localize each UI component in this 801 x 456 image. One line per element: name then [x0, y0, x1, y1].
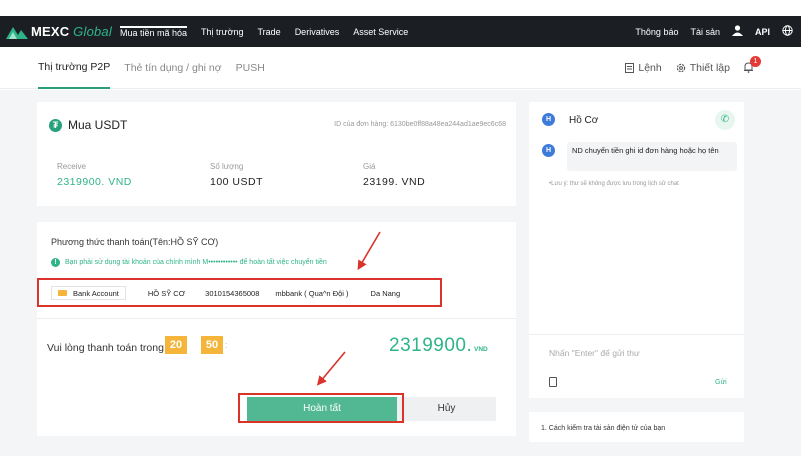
subnav-right: Lệnh Thiết lập: [611, 62, 753, 74]
order-title: Mua USDT: [68, 118, 128, 132]
order-summary-card: ₮ Mua USDT ID của đơn hàng: 6130be0ff88a…: [37, 102, 516, 206]
top-navbar: MEXC Global Mua tiền mã hóa Thị trường T…: [0, 16, 801, 47]
price-label: Giá: [363, 162, 376, 171]
cancel-button[interactable]: Hủy: [397, 397, 496, 421]
pay-prompt: Vui lòng thanh toán trong: [47, 342, 164, 354]
settings-link[interactable]: Thiết lập: [676, 62, 730, 74]
nav-markets[interactable]: Thị trường: [201, 27, 243, 37]
order-id: ID của đơn hàng: 6130be0ff88a48ea244ad1a…: [334, 121, 506, 128]
quantity-value: 100 USDT: [210, 176, 264, 188]
user-icon[interactable]: [731, 25, 743, 38]
chat-contact-name: Hồ Cơ: [569, 115, 599, 126]
globe-icon[interactable]: [782, 25, 793, 38]
mexc-logo-icon: [6, 26, 28, 39]
tab-card[interactable]: Thẻ tín dụng / ghi nợ: [124, 47, 221, 89]
brand-logo[interactable]: MEXC Global: [6, 24, 120, 39]
nav-trade[interactable]: Trade: [258, 27, 281, 37]
top-margin: [0, 0, 801, 16]
brand-name: MEXC: [31, 24, 70, 39]
nav-asset-service[interactable]: Asset Service: [353, 27, 408, 37]
payment-method-title: Phương thức thanh toán(Tên:HỒ SỸ CƠ): [51, 237, 219, 247]
receive-value: 2319900. VND: [57, 176, 132, 188]
info-icon: !: [51, 258, 60, 267]
send-button[interactable]: Gửi: [715, 379, 727, 386]
nav-derivatives[interactable]: Derivatives: [295, 27, 340, 37]
nav-assets[interactable]: Tài sản: [690, 27, 720, 37]
usdt-icon: ₮: [49, 119, 62, 132]
chat-avatar: H: [542, 113, 555, 126]
chat-message: ND chuyển tiền ghi id đơn hàng hoặc họ t…: [567, 142, 737, 171]
timer-seconds: 50: [201, 336, 223, 354]
divider: [37, 318, 516, 319]
pay-currency: VND: [474, 346, 488, 353]
nav-right: Thông báo Tài sản API: [623, 25, 801, 38]
quantity-label: Số lượng: [210, 162, 244, 171]
price-value: 23199. VND: [363, 176, 426, 188]
tab-p2p-market[interactable]: Thị trường P2P: [38, 47, 111, 89]
message-avatar: H: [542, 144, 555, 157]
chat-panel: H Hồ Cơ ✆ H ND chuyển tiền ghi id đơn hà…: [529, 102, 744, 398]
notification-badge: 1: [750, 56, 761, 67]
settings-label: Thiết lập: [689, 61, 730, 74]
timer-separator: :: [225, 340, 228, 350]
orders-label: Lệnh: [638, 61, 662, 74]
annotation-box-confirm: [238, 393, 404, 423]
receive-label: Receive: [57, 162, 86, 171]
page: MEXC Global Mua tiền mã hóa Thị trường T…: [0, 0, 801, 456]
tab-push[interactable]: PUSH: [236, 47, 265, 89]
warning-text: Bạn phải sử dụng tài khoản của chính mìn…: [65, 259, 327, 266]
orders-icon: [625, 62, 635, 73]
nav-buy-crypto[interactable]: Mua tiền mã hóa: [120, 25, 188, 38]
orders-link[interactable]: Lệnh: [625, 61, 662, 74]
faq-item[interactable]: 1. Cách kiểm tra tài sản điện tử của bạn: [541, 425, 665, 432]
faq-card: 1. Cách kiểm tra tài sản điện tử của bạn: [529, 412, 744, 442]
nav-notifications[interactable]: Thông báo: [635, 27, 678, 37]
gear-icon: [676, 63, 685, 72]
pay-amount: 2319900.: [389, 335, 473, 356]
attach-file-icon[interactable]: [549, 377, 557, 387]
sub-navigation: Thị trường P2P Thẻ tín dụng / ghi nợ PUS…: [0, 47, 801, 89]
chat-divider: [529, 334, 744, 335]
nav-api[interactable]: API: [755, 27, 770, 37]
brand-sub: Global: [73, 24, 112, 39]
timer-minutes: 20: [165, 336, 187, 354]
chat-note: •Lưu ý: thư sẽ không được lưu trong lịch…: [549, 181, 679, 187]
chat-input[interactable]: Nhấn "Enter" để gửi thư: [549, 348, 640, 358]
payment-warning: ! Bạn phải sử dụng tài khoản của chính m…: [51, 258, 327, 267]
annotation-box-bank: [37, 278, 442, 307]
phone-icon[interactable]: ✆: [715, 110, 735, 130]
